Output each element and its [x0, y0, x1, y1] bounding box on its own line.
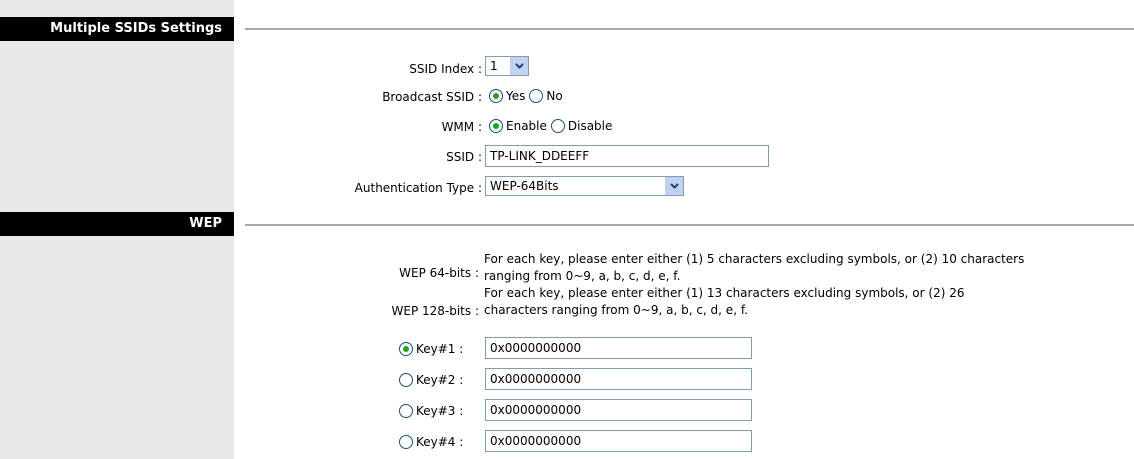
key-3-input[interactable]: 0x0000000000: [485, 399, 752, 421]
wmm-disable-label: Disable: [567, 119, 613, 133]
section-divider: [245, 28, 1134, 30]
broadcast-no-label: No: [546, 89, 563, 103]
key-3-radio[interactable]: [399, 404, 413, 418]
key-2-radio[interactable]: [399, 373, 413, 387]
broadcast-yes-label: Yes: [506, 89, 526, 103]
ssid-label: SSID :: [446, 150, 482, 164]
wep-64-note-line1: For each key, please enter either (1) 5 …: [484, 252, 1025, 266]
broadcast-ssid-options: Yes No: [489, 89, 567, 103]
section-header-multiple-ssids: Multiple SSIDs Settings: [0, 17, 234, 41]
key-3-label: Key#3 :: [416, 404, 464, 418]
authentication-type-value: WEP-64Bits: [490, 179, 559, 193]
key-1-input[interactable]: 0x0000000000: [485, 337, 752, 359]
key-2-row: Key#2 :: [399, 373, 463, 387]
sidebar-panel-bottom: [0, 236, 234, 459]
ssid-index-value: 1: [490, 59, 498, 73]
wmm-enable-radio[interactable]: [489, 119, 503, 133]
broadcast-no-radio[interactable]: [529, 89, 544, 103]
key-1-row: Key#1 :: [399, 342, 463, 356]
key-4-input[interactable]: 0x0000000000: [485, 430, 752, 452]
wep-128-note-line2: characters ranging from 0~9, a, b, c, d,…: [484, 303, 748, 317]
ssid-index-select[interactable]: 1: [485, 56, 529, 76]
wep-64-label: WEP 64-bits :: [399, 266, 479, 280]
wmm-disable-radio[interactable]: [550, 119, 565, 133]
wmm-enable-label: Enable: [506, 119, 547, 133]
key-1-label: Key#1 :: [416, 342, 464, 356]
key-4-label: Key#4 :: [416, 435, 464, 449]
key-4-row: Key#4 :: [399, 435, 463, 449]
key-1-radio[interactable]: [399, 342, 413, 356]
key-3-row: Key#3 :: [399, 404, 463, 418]
chevron-down-icon: [665, 177, 683, 195]
wmm-label: WMM :: [441, 120, 482, 134]
broadcast-yes-radio[interactable]: [489, 89, 503, 103]
key-4-radio[interactable]: [399, 435, 413, 449]
wep-128-label: WEP 128-bits :: [391, 304, 480, 318]
chevron-down-icon: [510, 57, 528, 75]
section-divider: [245, 224, 1134, 226]
ssid-index-label: SSID Index :: [409, 62, 482, 76]
wep-128-note-line1: For each key, please enter either (1) 13…: [484, 286, 965, 300]
ssid-input[interactable]: TP-LINK_DDEEFF: [485, 145, 769, 167]
key-2-label: Key#2 :: [416, 373, 464, 387]
authentication-type-label: Authentication Type :: [354, 181, 482, 195]
key-2-input[interactable]: 0x0000000000: [485, 368, 752, 390]
wmm-options: Enable Disable: [489, 119, 616, 133]
section-header-wep: WEP: [0, 212, 234, 236]
broadcast-ssid-label: Broadcast SSID :: [382, 90, 482, 104]
authentication-type-select[interactable]: WEP-64Bits: [485, 176, 684, 196]
wep-64-note-line2: ranging from 0~9, a, b, c, d, e, f.: [484, 269, 681, 283]
